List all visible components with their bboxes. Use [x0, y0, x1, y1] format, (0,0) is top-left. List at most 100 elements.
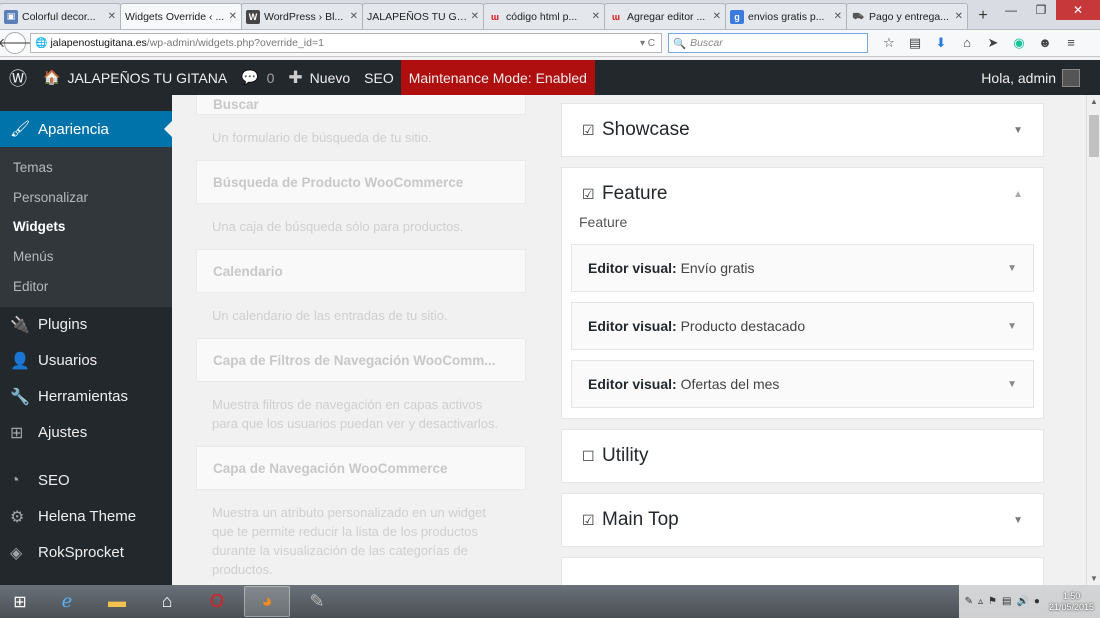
menu-item-ajustes[interactable]: ⊞ Ajustes [0, 415, 172, 451]
seo-link[interactable]: SEO [357, 60, 401, 95]
clock[interactable]: 1:50 21/05/2015 [1045, 591, 1094, 613]
checkbox[interactable]: ☑ [582, 512, 602, 529]
widget-area-header[interactable]: ☐ Utility [562, 430, 1043, 482]
menu-item-usuarios[interactable]: 👤 Usuarios [0, 343, 172, 379]
volume-icon[interactable]: 🔊 [1016, 596, 1028, 607]
arrow-down-icon[interactable]: ▼ [1007, 321, 1017, 332]
scrollbar-thumb[interactable] [1089, 115, 1099, 157]
browser-tab[interactable]: W WordPress › Bl... ✕ [241, 3, 363, 29]
submenu-item-editor[interactable]: Editor [0, 271, 172, 301]
widget-area-header[interactable]: ☑ Feature ▲ [562, 168, 1043, 220]
widget-area-description: Feature [579, 214, 628, 230]
menu-item-seo[interactable]: ◔ SEO [0, 463, 172, 499]
menu-item-helena-theme[interactable]: ⚙ Helena Theme [0, 499, 172, 535]
widget-title[interactable]: Capa de Navegación WooCommerce [196, 446, 526, 490]
available-widgets: Buscar Un formulario de búsqueda de tu s… [196, 95, 526, 585]
minimize-icon[interactable]: — [996, 0, 1026, 20]
close-icon[interactable]: ✕ [834, 11, 842, 22]
close-window-icon[interactable]: ✕ [1056, 0, 1100, 20]
submenu-item-temas[interactable]: Temas [0, 153, 172, 183]
browser-tab[interactable]: ▣ Colorful decor... ✕ [0, 3, 121, 29]
browser-nav-bar: 🡐 🌐 jalapenostugitana.es /wp-admin/widge… [0, 30, 1100, 57]
close-icon[interactable]: ✕ [350, 11, 358, 22]
widget-item[interactable]: Editor visual: Ofertas del mes ▼ [571, 360, 1034, 408]
reload-icon[interactable]: ▾ C [640, 38, 661, 49]
close-icon[interactable]: ✕ [955, 11, 963, 22]
tray-arrow-icon[interactable]: ▵ [978, 596, 983, 607]
home-icon[interactable]: ⌂ [144, 586, 190, 617]
file-explorer-icon[interactable]: ▬ [94, 586, 140, 617]
arrow-up-icon[interactable]: ▲ [1013, 189, 1023, 200]
page-scrollbar[interactable]: ▲ ▼ [1086, 95, 1100, 585]
widget-item[interactable]: Editor visual: Producto destacado ▼ [571, 302, 1034, 350]
browser-tab[interactable]: ɯ Agregar editor ... ✕ [604, 3, 726, 29]
widget-title[interactable]: Buscar [196, 95, 526, 115]
w-icon: ɯ [611, 11, 620, 22]
grammarly-icon[interactable]: ◉ [1006, 35, 1032, 51]
new-content-link[interactable]: ✚ Nuevo [281, 60, 357, 95]
new-tab-button[interactable]: + [972, 3, 994, 29]
user-icon: 👤 [10, 352, 30, 370]
widget-area-header[interactable]: ☑ Main Top ▼ [562, 494, 1043, 546]
windows-start-icon[interactable]: ⊞ [0, 585, 40, 618]
browser-tab[interactable]: ⛟ Pago y entrega... ✕ [846, 3, 968, 29]
account-menu[interactable]: Hola, admin [981, 68, 1100, 87]
arrow-down-icon[interactable]: ▼ [1013, 515, 1023, 526]
menu-icon[interactable]: ≡ [1058, 35, 1084, 51]
checkbox[interactable]: ☑ [582, 122, 602, 139]
close-icon[interactable]: ✕ [108, 11, 116, 22]
back-button[interactable]: 🡐 [0, 32, 32, 54]
chat-icon[interactable]: ● [1034, 596, 1040, 607]
home-icon[interactable]: ⌂ [954, 35, 980, 51]
windows-taskbar: ⊞ ℯ ▬ ⌂ O ◕ ✎ ✎ ▵ ⚑ ▤ 🔊 ● 1:50 21/05/201… [0, 585, 1100, 618]
submenu-item-personalizar[interactable]: Personalizar [0, 183, 172, 213]
widget-description: Un calendario de las entradas de tu siti… [212, 308, 448, 323]
wordpress-logo-icon[interactable]: Ⓦ [0, 60, 36, 95]
flag-icon[interactable]: ⚑ [988, 596, 997, 607]
browser-tab[interactable]: ɯ código html p... ✕ [483, 3, 605, 29]
widget-area-header[interactable]: ☑ Showcase ▼ [562, 104, 1043, 156]
browser-tab[interactable]: g envios gratis p... ✕ [725, 3, 847, 29]
checkbox[interactable]: ☐ [582, 448, 602, 465]
plus-icon: ✚ [288, 67, 303, 87]
close-icon[interactable]: ✕ [229, 11, 237, 22]
submenu-item-menus[interactable]: Menús [0, 242, 172, 272]
internet-explorer-icon[interactable]: ℯ [44, 586, 90, 617]
menu-item-herramientas[interactable]: 🔧 Herramientas [0, 379, 172, 415]
menu-item-plugins[interactable]: 🔌 Plugins [0, 307, 172, 343]
scroll-down-icon[interactable]: ▼ [1090, 574, 1098, 583]
send-icon[interactable]: ➤ [980, 35, 1006, 51]
close-icon[interactable]: ✕ [713, 11, 721, 22]
scroll-up-icon[interactable]: ▲ [1090, 97, 1098, 106]
download-icon[interactable]: ⬇ [928, 35, 954, 51]
site-name-link[interactable]: 🏠 JALAPEÑOS TU GITANA [36, 60, 234, 95]
browser-tab[interactable]: JALAPEÑOS TU GI... ✕ [362, 3, 484, 29]
menu-item-roksprocket[interactable]: ◈ RokSprocket [0, 535, 172, 571]
opera-icon[interactable]: O [194, 586, 240, 617]
close-icon[interactable]: ✕ [592, 11, 600, 22]
comments-link[interactable]: 💬 0 [234, 60, 281, 95]
arrow-down-icon[interactable]: ▼ [1007, 379, 1017, 390]
submenu-item-widgets[interactable]: Widgets [0, 212, 172, 242]
checkbox[interactable]: ☑ [582, 186, 602, 203]
arrow-down-icon[interactable]: ▼ [1013, 125, 1023, 136]
edit-icon[interactable]: ✎ [965, 596, 973, 607]
maximize-icon[interactable]: ❐ [1026, 0, 1056, 20]
firefox-icon[interactable]: ◕ [244, 586, 290, 617]
url-bar[interactable]: 🌐 jalapenostugitana.es /wp-admin/widgets… [30, 33, 662, 53]
maintenance-mode-badge[interactable]: Maintenance Mode: Enabled [400, 60, 595, 95]
network-icon[interactable]: ▤ [1002, 596, 1011, 607]
star-icon[interactable]: ☆ [876, 35, 902, 51]
widget-title[interactable]: Búsqueda de Producto WooCommerce [196, 160, 526, 204]
chat-icon[interactable]: ☻ [1032, 35, 1058, 51]
arrow-down-icon[interactable]: ▼ [1007, 263, 1017, 274]
widget-item[interactable]: Editor visual: Envío gratis ▼ [571, 244, 1034, 292]
close-icon[interactable]: ✕ [471, 11, 479, 22]
browser-tab-active[interactable]: Widgets Override ‹ ... ✕ [120, 3, 242, 29]
search-input[interactable]: 🔍 Buscar [668, 33, 868, 53]
widget-title[interactable]: Calendario [196, 249, 526, 293]
reading-list-icon[interactable]: ▤ [902, 35, 928, 51]
widget-title[interactable]: Capa de Filtros de Navegación WooComm... [196, 338, 526, 382]
gimp-icon[interactable]: ✎ [294, 586, 340, 617]
menu-item-apariencia[interactable]: 🖌 Apariencia [0, 111, 172, 147]
